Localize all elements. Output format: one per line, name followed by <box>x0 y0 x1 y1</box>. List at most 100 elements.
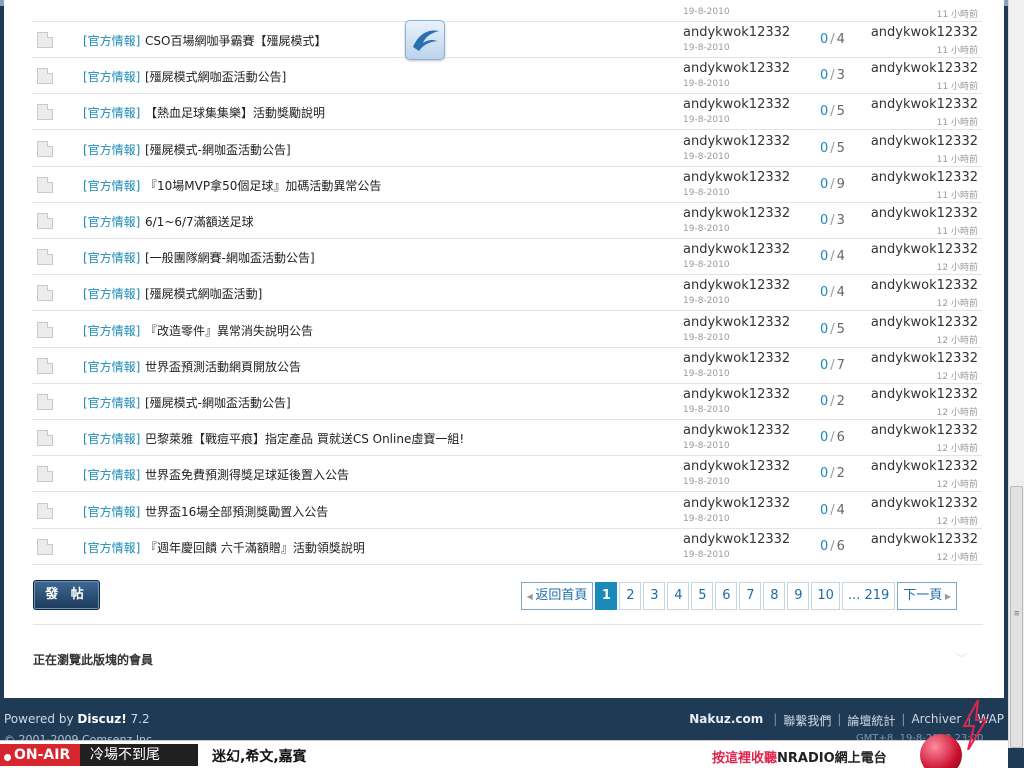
thread-title[interactable]: [殭屍模式網咖盃活動] <box>145 285 262 302</box>
floating-app-icon[interactable] <box>405 20 445 60</box>
thread-category[interactable]: [官方情報] <box>83 430 140 447</box>
thread-author[interactable]: andykwok12332 <box>683 97 790 112</box>
thread-row[interactable]: [官方情報] 『週年慶回饋 六千滿額贈』活動領獎說明 andykwok12332 19… <box>32 529 982 565</box>
thread-title[interactable]: 世界盃免費預測得獎足球延後置入公告 <box>145 466 349 483</box>
last-poster[interactable]: andykwok12332 <box>871 351 978 366</box>
vertical-scrollbar[interactable]: ≡ <box>1008 0 1024 748</box>
page-link-8[interactable]: 8 <box>763 582 786 610</box>
page-link-1[interactable]: 1 <box>595 582 618 610</box>
thread-row[interactable]: [官方情報] 『10場MVP拿50個足球』加碼活動異常公告 andykwok1233… <box>32 167 982 203</box>
thread-author[interactable]: andykwok12332 <box>683 459 790 474</box>
page-link-6[interactable]: 6 <box>715 582 738 610</box>
last-poster[interactable]: andykwok12332 <box>871 423 978 438</box>
thread-category[interactable]: [官方情報] <box>83 394 140 411</box>
scrollbar-thumb[interactable]: ≡ <box>1010 486 1023 748</box>
thread-category[interactable]: [官方情報] <box>83 285 140 302</box>
thread-title[interactable]: 『10場MVP拿50個足球』加碼活動異常公告 <box>145 177 381 194</box>
thread-category[interactable]: [官方情報] <box>83 503 140 520</box>
page-link-5[interactable]: 5 <box>691 582 714 610</box>
thread-row[interactable]: [官方情報] [殭屍模式-網咖盃活動公告] andykwok12332 19-8-20… <box>32 131 982 167</box>
thread-category[interactable]: [官方情報] <box>83 104 140 121</box>
site-link[interactable]: Nakuz.com <box>689 712 763 729</box>
thread-author[interactable]: andykwok12332 <box>683 387 790 402</box>
last-poster[interactable]: andykwok12332 <box>871 206 978 221</box>
thread-row[interactable]: [官方情報] 世界盃預測活動網頁開放公告 andykwok12332 19-8-201… <box>32 348 982 384</box>
thread-author[interactable]: andykwok12332 <box>683 25 790 40</box>
thread-author[interactable]: andykwok12332 <box>683 278 790 293</box>
thread-row[interactable]: [官方情報] [殭屍模式網咖盃活動] andykwok12332 19-8-2010 0… <box>32 275 982 312</box>
thread-row[interactable]: [官方情報] 6/1~6/7滿額送足球 andykwok12332 19-8-2010… <box>32 203 982 239</box>
collapse-chevron-icon[interactable]: ﹀ <box>956 650 967 666</box>
thread-category[interactable]: [官方情報] <box>83 539 140 556</box>
thread-author[interactable]: andykwok12332 <box>683 315 790 330</box>
thread-row[interactable]: [官方情報] [殭屍模式網咖盃活動公告] andykwok12332 19-8-201… <box>32 58 982 95</box>
page-link-3[interactable]: 3 <box>643 582 666 610</box>
radio-player-bar[interactable]: ON-AIR 冷場不到尾 迷幻,希文,嘉賓 按這裡收聽NRADIO網上電台 <box>0 740 1008 768</box>
last-poster[interactable]: andykwok12332 <box>871 242 978 257</box>
last-poster[interactable]: andykwok12332 <box>871 61 978 76</box>
page-link-7[interactable]: 7 <box>739 582 762 610</box>
thread-category[interactable]: [官方情報] <box>83 177 140 194</box>
thread-title[interactable]: [殭屍模式網咖盃活動公告] <box>145 68 286 85</box>
thread-author[interactable]: andykwok12332 <box>683 242 790 257</box>
thread-author[interactable]: andykwok12332 <box>683 61 790 76</box>
page-link-4[interactable]: 4 <box>667 582 690 610</box>
thread-title[interactable]: [殭屍模式-網咖盃活動公告] <box>145 141 291 158</box>
thread-row[interactable]: [官方情報] 【熱血足球集集樂】活動獎勵說明 andykwok12332 19-8-2… <box>32 94 982 131</box>
last-poster[interactable]: andykwok12332 <box>871 170 978 185</box>
page-link-10[interactable]: 10 <box>811 582 840 610</box>
thread-title[interactable]: [一般團隊網賽-網咖盃活動公告] <box>145 249 315 266</box>
thread-category[interactable]: [官方情報] <box>83 213 140 230</box>
thread-category[interactable]: [官方情報] <box>83 249 140 266</box>
thread-title[interactable]: 6/1~6/7滿額送足球 <box>145 213 254 230</box>
thread-row[interactable]: [官方情報] 『改造零件』異常消失說明公告 andykwok12332 19-8-20… <box>32 312 982 348</box>
page-link-9[interactable]: 9 <box>787 582 810 610</box>
thread-author[interactable]: andykwok12332 <box>683 170 790 185</box>
thread-title[interactable]: CSO百場網咖爭霸賽【殭屍模式】 <box>145 32 326 49</box>
next-page-link[interactable]: 下一頁 ▶ <box>897 582 957 610</box>
archiver-link[interactable]: Archiver <box>911 712 961 729</box>
listen-radio-link[interactable]: 按這裡收聽NRADIO網上電台 <box>712 747 887 766</box>
last-poster[interactable]: andykwok12332 <box>871 387 978 402</box>
stats-link[interactable]: 論壇統計 <box>847 712 895 729</box>
thread-title[interactable]: 巴黎萊雅【戰痘平痕】指定產品 買就送CS Online虛寶一組! <box>145 430 464 447</box>
contact-link[interactable]: 聯繫我們 <box>783 712 831 729</box>
thread-title[interactable]: 世界盃16場全部預測獎勵置入公告 <box>145 503 328 520</box>
thread-row[interactable]: [官方情報] [一般團隊網賽-網咖盃活動公告] andykwok12332 19-8-… <box>32 239 982 276</box>
thread-title[interactable]: 世界盃預測活動網頁開放公告 <box>145 358 301 375</box>
page-link-2[interactable]: 2 <box>619 582 642 610</box>
new-post-button[interactable]: 發 帖 <box>33 580 100 610</box>
thread-category[interactable]: [官方情報] <box>83 141 140 158</box>
last-poster[interactable]: andykwok12332 <box>871 25 978 40</box>
thread-row-partial[interactable]: 19-8-2010 11 小時前 <box>32 0 982 22</box>
thread-author[interactable]: andykwok12332 <box>683 532 790 547</box>
thread-category[interactable]: [官方情報] <box>83 32 140 49</box>
thread-title[interactable]: 『週年慶回饋 六千滿額贈』活動領獎說明 <box>145 539 365 556</box>
thread-title[interactable]: 『改造零件』異常消失說明公告 <box>145 322 313 339</box>
last-poster[interactable]: andykwok12332 <box>871 134 978 149</box>
thread-category[interactable]: [官方情報] <box>83 68 140 85</box>
last-poster[interactable]: andykwok12332 <box>871 532 978 547</box>
thread-row[interactable]: [官方情報] 世界盃16場全部預測獎勵置入公告 andykwok12332 19-8-… <box>32 493 982 529</box>
thread-title[interactable]: 【熱血足球集集樂】活動獎勵說明 <box>145 104 325 121</box>
thread-author[interactable]: andykwok12332 <box>683 206 790 221</box>
thread-category[interactable]: [官方情報] <box>83 358 140 375</box>
thread-author[interactable]: andykwok12332 <box>683 351 790 366</box>
thread-row[interactable]: [官方情報] [殭屍模式-網咖盃活動公告] andykwok12332 19-8-20… <box>32 384 982 420</box>
thread-author[interactable]: andykwok12332 <box>683 423 790 438</box>
back-to-home-link[interactable]: ◀ 返回首頁 <box>520 582 594 610</box>
thread-category[interactable]: [官方情報] <box>83 322 140 339</box>
thread-author[interactable]: andykwok12332 <box>683 134 790 149</box>
last-poster[interactable]: andykwok12332 <box>871 459 978 474</box>
radio-ball-icon[interactable] <box>920 734 962 768</box>
last-poster[interactable]: andykwok12332 <box>871 496 978 511</box>
thread-row[interactable]: [官方情報] 巴黎萊雅【戰痘平痕】指定產品 買就送CS Online虛寶一組! an… <box>32 420 982 457</box>
discuz-link[interactable]: Discuz! <box>77 712 126 726</box>
last-poster[interactable]: andykwok12332 <box>871 315 978 330</box>
thread-row[interactable]: [官方情報] CSO百場網咖爭霸賽【殭屍模式】 andykwok12332 19-8-… <box>32 22 982 58</box>
last-page-link[interactable]: ... 219 <box>841 582 896 610</box>
thread-author[interactable]: andykwok12332 <box>683 496 790 511</box>
thread-title[interactable]: [殭屍模式-網咖盃活動公告] <box>145 394 291 411</box>
last-poster[interactable]: andykwok12332 <box>871 97 978 112</box>
last-poster[interactable]: andykwok12332 <box>871 278 978 293</box>
